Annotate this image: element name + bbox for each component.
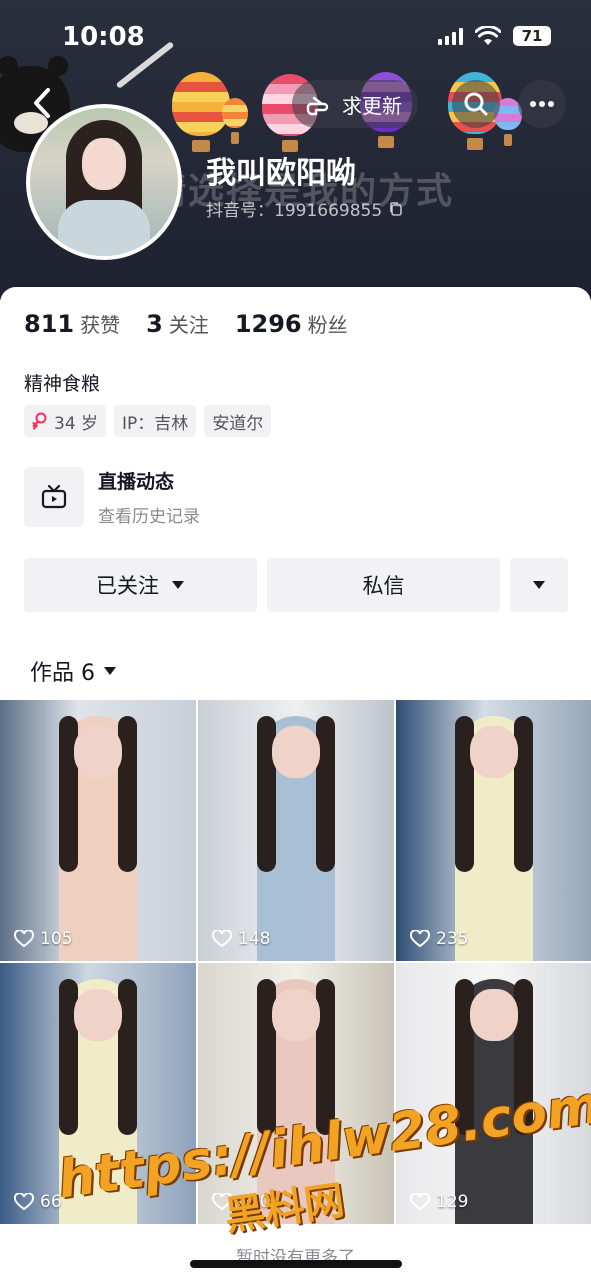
live-history-entry[interactable]: 直播动态 查看历史记录 [24,467,200,527]
like-count-text: 66 [40,1192,62,1212]
message-button[interactable]: 私信 [267,558,500,612]
like-count-text: 235 [436,929,469,949]
chevron-left-icon [34,88,50,118]
more-dots-icon [530,101,554,107]
video-thumbnail[interactable]: 235 [396,700,591,961]
profile-bio: 精神食粮 [24,373,101,395]
like-count: 105 [14,929,72,949]
cellular-signal-icon [438,27,463,45]
heart-icon [212,930,232,948]
following-count: 3 [146,310,163,338]
profile-stats: 811 获赞 3 关注 1296 粉丝 [24,309,348,338]
home-indicator[interactable] [190,1260,402,1268]
female-icon [32,412,47,430]
followed-button[interactable]: 已关注 [24,558,257,612]
more-options-button[interactable] [518,80,566,128]
live-title: 直播动态 [98,471,175,493]
stat-following[interactable]: 3 关注 [146,309,209,338]
followers-label: 粉丝 [307,313,348,337]
battery-icon: 71 [513,26,551,46]
live-subtitle: 查看历史记录 [98,507,200,527]
age-tag: 34 岁 [24,405,107,437]
location-tag: 安道尔 [204,405,272,437]
balloon-decoration [222,98,248,144]
douyin-id-text: 抖音号：1991669855 [206,201,383,221]
wifi-icon [475,26,501,45]
like-count: 148 [212,929,270,949]
profile-actions: 已关注 私信 [24,558,568,612]
ip-tag: IP：吉林 [114,405,197,437]
stat-followers[interactable]: 1296 粉丝 [235,309,348,338]
tv-icon [41,485,67,509]
age-text: 34 岁 [54,413,99,434]
profile-nickname: 我叫欧阳呦 [206,156,356,191]
like-count-text: 105 [40,929,73,949]
caret-down-icon [172,581,184,589]
video-thumbnail[interactable]: 148 [198,700,394,961]
status-time: 10:08 [62,22,145,52]
caret-down-icon [533,581,545,589]
likes-count: 811 [24,310,75,338]
status-icons: 71 [438,26,551,46]
video-thumbnail[interactable]: 105 [0,700,196,961]
works-label: 作品 6 [30,661,95,686]
stat-likes[interactable]: 811 获赞 [24,309,120,338]
balloon-decoration [172,72,230,152]
search-icon [464,92,488,116]
followers-count: 1296 [234,310,302,338]
works-tab[interactable]: 作品 6 [30,655,117,687]
copy-icon[interactable] [388,201,404,217]
heart-icon [14,1193,34,1211]
like-count-text: 148 [238,929,271,949]
profile-tags: 34 岁 IP：吉林 安道尔 [24,405,272,437]
request-update-button[interactable]: 求更新 [292,80,418,128]
douyin-id[interactable]: 抖音号：1991669855 [206,196,404,221]
like-count: 66 [14,1192,62,1212]
live-icon-box [24,467,84,527]
heart-icon [410,930,430,948]
avatar[interactable] [26,104,182,260]
request-update-label: 求更新 [342,93,402,118]
caret-down-icon [104,667,116,675]
search-button[interactable] [452,80,500,128]
heart-icon [14,930,34,948]
likes-label: 获赞 [80,313,121,337]
following-label: 关注 [168,313,209,337]
pointing-hand-icon [306,96,329,116]
like-count: 235 [410,929,468,949]
more-actions-button[interactable] [510,558,568,612]
followed-label: 已关注 [96,574,159,598]
